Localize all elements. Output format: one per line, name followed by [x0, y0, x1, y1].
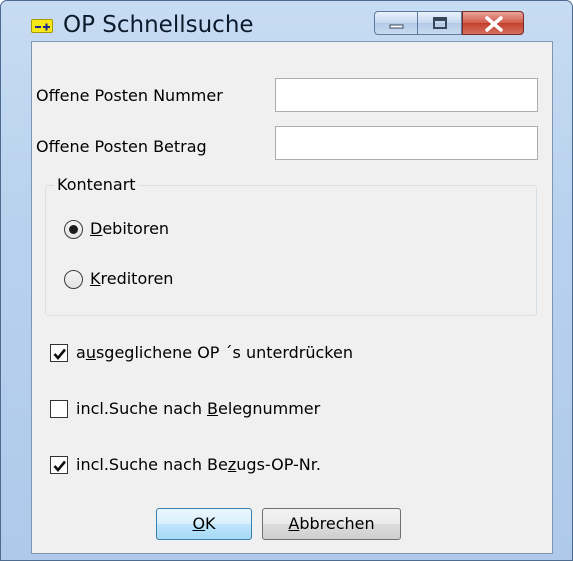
account-type-group: Kontenart	[45, 175, 537, 316]
search-reference-op-label[interactable]: incl.Suche nach Bezugs-OP-Nr.	[76, 455, 321, 474]
debitoren-radio[interactable]	[64, 220, 83, 239]
op-amount-input[interactable]	[275, 126, 538, 160]
app-icon	[31, 19, 53, 33]
checkmark-icon	[53, 348, 67, 361]
dialog-content: Offene Posten Nummer Offene Posten Betra…	[31, 41, 553, 554]
search-document-number-checkbox[interactable]	[50, 400, 68, 418]
checkmark-icon	[53, 460, 67, 473]
maximize-icon	[433, 17, 447, 29]
cancel-button[interactable]: Abbrechen	[262, 508, 401, 540]
op-number-input[interactable]	[275, 78, 538, 112]
search-reference-op-checkbox[interactable]	[50, 456, 68, 474]
kreditoren-radio[interactable]	[64, 270, 83, 289]
minimize-icon	[389, 24, 404, 29]
title-bar[interactable]: OP Schnellsuche	[1, 1, 572, 39]
debitoren-label[interactable]: Debitoren	[90, 219, 169, 238]
kreditoren-label[interactable]: Kreditoren	[90, 269, 173, 288]
suppress-settled-label[interactable]: ausgeglichene OP ´s unterdrücken	[76, 343, 353, 362]
ok-button[interactable]: OK	[156, 508, 252, 540]
maximize-button[interactable]	[418, 11, 462, 35]
account-type-legend: Kontenart	[54, 175, 139, 194]
radio-selected-dot	[69, 225, 78, 234]
op-amount-label: Offene Posten Betrag	[36, 137, 207, 156]
dialog-window: OP Schnellsuche Offene Posten Nummer Off…	[0, 0, 573, 561]
search-document-number-label[interactable]: incl.Suche nach Belegnummer	[76, 399, 320, 418]
op-number-label: Offene Posten Nummer	[36, 86, 223, 105]
suppress-settled-checkbox[interactable]	[50, 344, 68, 362]
close-button[interactable]	[462, 11, 524, 35]
minimize-button[interactable]	[374, 11, 418, 35]
window-title: OP Schnellsuche	[63, 12, 254, 38]
close-icon	[485, 16, 503, 32]
